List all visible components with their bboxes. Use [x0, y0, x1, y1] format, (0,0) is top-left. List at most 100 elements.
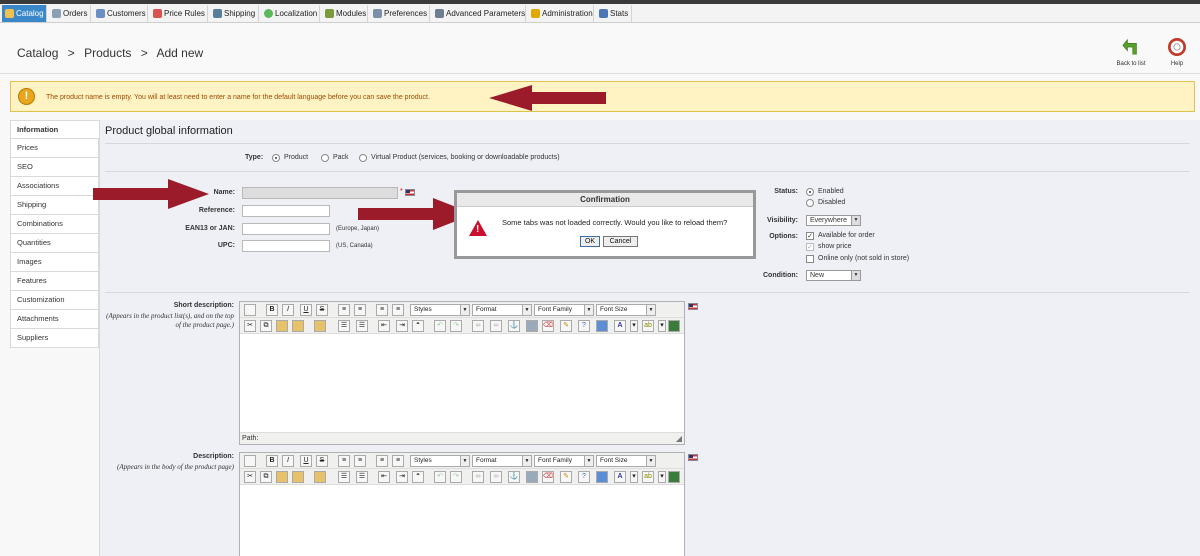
new-document-icon[interactable]: [244, 455, 256, 467]
sidebar-item-features[interactable]: Features: [10, 272, 99, 291]
tab-administration[interactable]: Administration: [528, 5, 594, 22]
tab-orders[interactable]: Orders: [49, 5, 91, 22]
link-icon[interactable]: ∞: [472, 471, 484, 483]
font-family-select[interactable]: Font Family ▼: [534, 455, 594, 467]
blockquote-icon[interactable]: “: [412, 471, 424, 483]
sidebar-item-images[interactable]: Images: [10, 253, 99, 272]
undo-icon[interactable]: ↶: [434, 320, 446, 332]
bullet-list-icon[interactable]: ☰: [338, 471, 350, 483]
tab-preferences[interactable]: Preferences: [370, 5, 430, 22]
breadcrumb-catalog[interactable]: Catalog: [17, 46, 58, 60]
text-color-icon[interactable]: A: [614, 320, 626, 332]
italic-button[interactable]: I: [282, 304, 294, 316]
font-family-select[interactable]: Font Family ▼: [534, 304, 594, 316]
ok-button[interactable]: OK: [580, 236, 600, 247]
sidebar-item-shipping[interactable]: Shipping: [10, 196, 99, 215]
tab-modules[interactable]: Modules: [322, 5, 368, 22]
unlink-icon[interactable]: ∞: [490, 471, 502, 483]
align-center-icon[interactable]: ≡: [354, 455, 366, 467]
redo-icon[interactable]: ↷: [450, 320, 462, 332]
status-enabled-radio[interactable]: [806, 188, 814, 196]
align-left-icon[interactable]: ≡: [338, 455, 350, 467]
language-flag-icon[interactable]: [405, 189, 415, 196]
tab-shipping[interactable]: Shipping: [210, 5, 259, 22]
language-flag-icon[interactable]: [688, 454, 698, 461]
breadcrumb-products[interactable]: Products: [84, 46, 131, 60]
outdent-icon[interactable]: ⇤: [378, 471, 390, 483]
paste-text-icon[interactable]: [292, 320, 304, 332]
numbered-list-icon[interactable]: ☰: [356, 471, 368, 483]
online-only-checkbox[interactable]: [806, 255, 814, 263]
cut-icon[interactable]: ✂: [244, 320, 256, 332]
edit-css-icon[interactable]: ✎: [560, 320, 572, 332]
align-right-icon[interactable]: ≡: [376, 304, 388, 316]
highlight-color-icon[interactable]: ab: [642, 471, 654, 483]
type-product-radio[interactable]: [272, 154, 280, 162]
chevron-down-icon[interactable]: ▾: [658, 320, 666, 332]
align-center-icon[interactable]: ≡: [354, 304, 366, 316]
help-button[interactable]: Help: [1157, 38, 1197, 67]
format-select[interactable]: Format ▼: [472, 304, 532, 316]
undo-icon[interactable]: ↶: [434, 471, 446, 483]
anchor-icon[interactable]: ⚓: [508, 471, 520, 483]
cancel-button[interactable]: Cancel: [603, 236, 638, 247]
cleanup-icon[interactable]: ⌫: [542, 471, 554, 483]
description-textarea[interactable]: [240, 485, 684, 555]
visibility-select[interactable]: Everywhere ▼: [806, 215, 861, 226]
underline-button[interactable]: U: [300, 304, 312, 316]
paste-icon[interactable]: [276, 320, 288, 332]
sidebar-item-quantities[interactable]: Quantities: [10, 234, 99, 253]
font-size-select[interactable]: Font Size ▼: [596, 304, 656, 316]
align-right-icon[interactable]: ≡: [376, 455, 388, 467]
tab-localization[interactable]: Localization: [261, 5, 320, 22]
unlink-icon[interactable]: ∞: [490, 320, 502, 332]
short-description-textarea[interactable]: [240, 334, 684, 432]
paste-text-icon[interactable]: [292, 471, 304, 483]
sidebar-item-prices[interactable]: Prices: [10, 139, 99, 158]
styles-select[interactable]: Styles ▼: [410, 304, 470, 316]
new-document-icon[interactable]: [244, 304, 256, 316]
back-to-list-button[interactable]: Back to list: [1111, 38, 1151, 67]
highlight-color-icon[interactable]: ab: [642, 320, 654, 332]
copy-icon[interactable]: ⧉: [260, 471, 272, 483]
chevron-down-icon[interactable]: ▾: [658, 471, 666, 483]
chevron-down-icon[interactable]: ▾: [630, 320, 638, 332]
bold-button[interactable]: B: [266, 455, 278, 467]
image-icon[interactable]: [526, 471, 538, 483]
strikethrough-button[interactable]: S: [316, 304, 328, 316]
cleanup-icon[interactable]: ⌫: [542, 320, 554, 332]
paste-word-icon[interactable]: [314, 320, 326, 332]
outdent-icon[interactable]: ⇤: [378, 320, 390, 332]
available-for-order-checkbox[interactable]: ✓: [806, 232, 814, 240]
paste-icon[interactable]: [276, 471, 288, 483]
text-color-icon[interactable]: A: [614, 471, 626, 483]
strikethrough-button[interactable]: S: [316, 455, 328, 467]
cut-icon[interactable]: ✂: [244, 471, 256, 483]
font-size-select[interactable]: Font Size ▼: [596, 455, 656, 467]
help-icon[interactable]: ?: [578, 471, 590, 483]
ean-input[interactable]: [242, 223, 330, 235]
sidebar-item-combinations[interactable]: Combinations: [10, 215, 99, 234]
media-icon[interactable]: [668, 471, 680, 483]
tab-advanced-parameters[interactable]: Advanced Parameters: [432, 5, 526, 22]
tab-customers[interactable]: Customers: [93, 5, 148, 22]
paste-word-icon[interactable]: [314, 471, 326, 483]
resize-handle-icon[interactable]: ◢: [676, 433, 682, 444]
sidebar-item-customization[interactable]: Customization: [10, 291, 99, 310]
bold-button[interactable]: B: [266, 304, 278, 316]
align-left-icon[interactable]: ≡: [338, 304, 350, 316]
show-price-checkbox[interactable]: ✓: [806, 243, 814, 251]
image-icon[interactable]: [526, 320, 538, 332]
tab-catalog[interactable]: Catalog: [2, 5, 47, 22]
italic-button[interactable]: I: [282, 455, 294, 467]
tab-price-rules[interactable]: Price Rules: [150, 5, 208, 22]
sidebar-item-suppliers[interactable]: Suppliers: [10, 329, 99, 348]
condition-select[interactable]: New ▼: [806, 270, 861, 281]
language-flag-icon[interactable]: [688, 303, 698, 310]
bullet-list-icon[interactable]: ☰: [338, 320, 350, 332]
anchor-icon[interactable]: ⚓: [508, 320, 520, 332]
blockquote-icon[interactable]: “: [412, 320, 424, 332]
sidebar-item-seo[interactable]: SEO: [10, 158, 99, 177]
indent-icon[interactable]: ⇥: [396, 471, 408, 483]
type-virtual-radio[interactable]: [359, 154, 367, 162]
